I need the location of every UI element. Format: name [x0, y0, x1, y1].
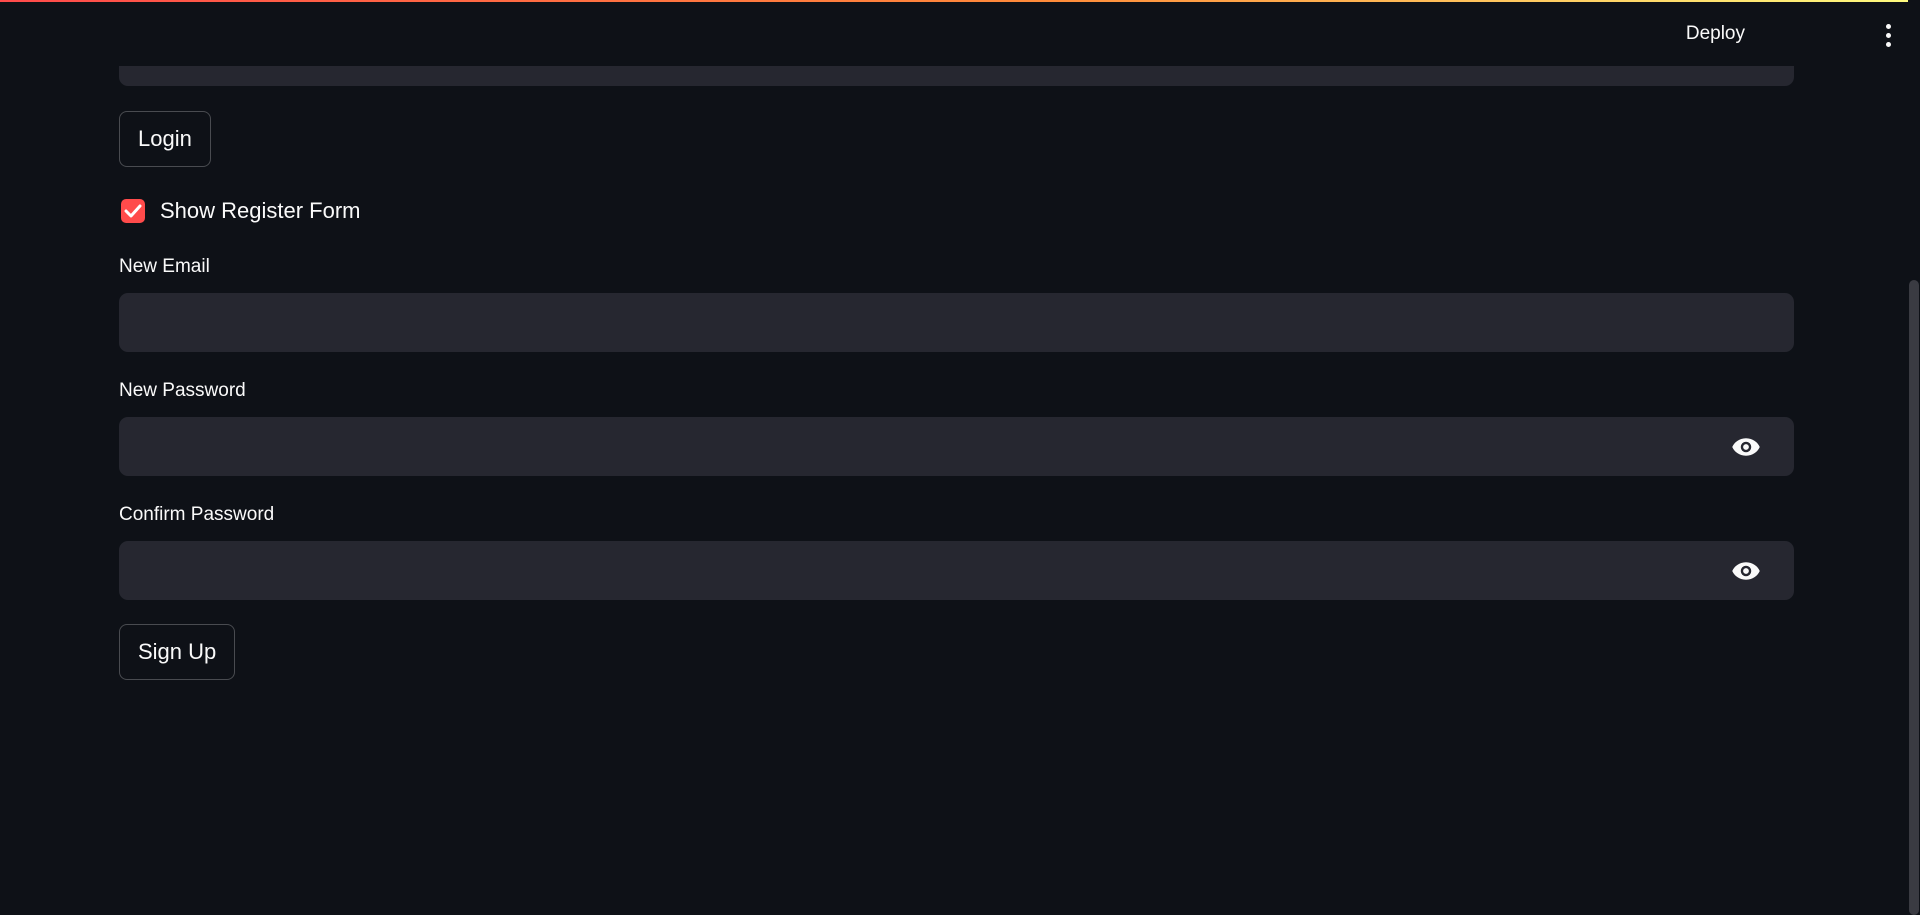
login-button[interactable]: Login — [119, 111, 211, 167]
eye-icon[interactable] — [1731, 560, 1761, 582]
main-content: Login Show Register Form New Email New P… — [119, 0, 1794, 915]
new-email-input[interactable] — [119, 293, 1794, 352]
new-password-field[interactable] — [119, 417, 1794, 476]
new-password-input[interactable] — [119, 417, 1794, 476]
confirm-password-field[interactable] — [119, 541, 1794, 600]
new-password-label: New Password — [119, 380, 246, 401]
confirm-password-input[interactable] — [119, 541, 1794, 600]
scrollbar[interactable] — [1908, 0, 1920, 915]
more-vertical-icon[interactable] — [1878, 20, 1898, 50]
show-register-label: Show Register Form — [160, 198, 361, 223]
new-email-label: New Email — [119, 256, 210, 277]
scrollbar-thumb[interactable] — [1909, 280, 1919, 915]
show-register-checkbox-row[interactable]: Show Register Form — [121, 198, 361, 224]
menu-dot — [1885, 41, 1891, 47]
eye-icon[interactable] — [1731, 436, 1761, 458]
deploy-button[interactable]: Deploy — [1678, 18, 1753, 50]
menu-dot — [1885, 23, 1891, 29]
sign-up-button[interactable]: Sign Up — [119, 624, 236, 680]
app-header: Deploy — [0, 2, 1920, 66]
checkmark-icon — [124, 204, 142, 218]
new-email-field[interactable] — [119, 293, 1794, 352]
confirm-password-label: Confirm Password — [119, 504, 275, 525]
show-register-checkbox[interactable] — [121, 199, 145, 223]
menu-dot — [1885, 32, 1891, 38]
